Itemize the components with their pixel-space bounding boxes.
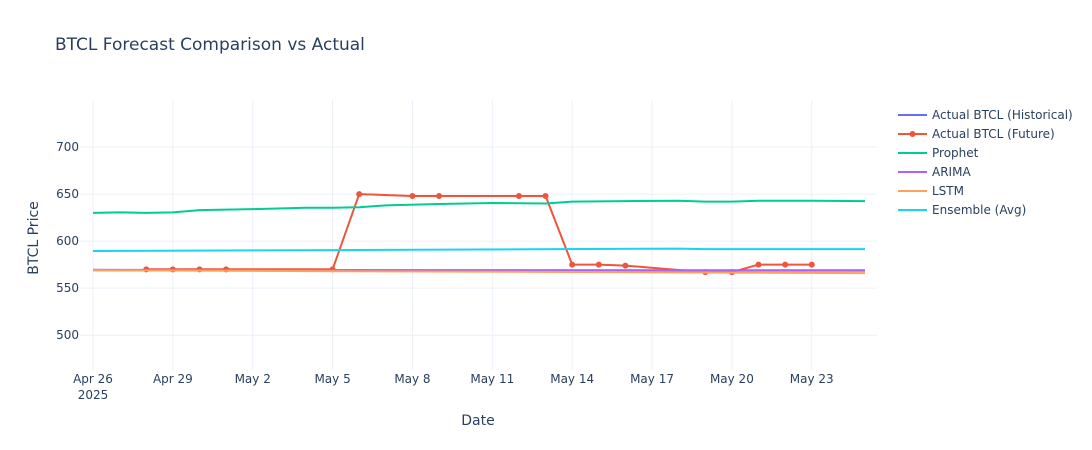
- legend-item[interactable]: LSTM: [898, 184, 964, 198]
- data-point-marker: [755, 261, 762, 268]
- legend-item[interactable]: ARIMA: [898, 165, 971, 179]
- legend-label: ARIMA: [932, 165, 971, 179]
- x-tick-label: May 2: [235, 372, 271, 386]
- chart-title: BTCL Forecast Comparison vs Actual: [55, 35, 365, 55]
- x-tick-label: Apr 29: [153, 372, 193, 386]
- legend-label: Ensemble (Avg): [932, 203, 1026, 217]
- y-axis-title: BTCL Price: [26, 201, 42, 275]
- y-tick-label: 550: [56, 281, 79, 295]
- x-tick-label: May 11: [470, 372, 514, 386]
- data-point-marker: [569, 261, 576, 268]
- series-lines: [92, 191, 866, 276]
- series-line-2: [92, 199, 866, 214]
- legend-marker: [909, 131, 916, 137]
- x-axis-title: Date: [461, 413, 494, 429]
- legend-item[interactable]: Actual BTCL (Future): [898, 127, 1055, 141]
- y-tick-label: 600: [56, 234, 79, 248]
- x-tick-label: May 20: [710, 372, 754, 386]
- series-line-1: [146, 193, 812, 274]
- legend-item[interactable]: Actual BTCL (Historical): [898, 108, 1073, 122]
- x-tick-label: May 8: [394, 372, 430, 386]
- data-point-marker: [409, 192, 416, 199]
- data-point-marker: [356, 191, 363, 198]
- x-tick-label: Apr 26: [73, 372, 113, 386]
- legend-item[interactable]: Prophet: [898, 146, 979, 160]
- legend-label: LSTM: [932, 184, 964, 198]
- x-tick-label: May 5: [314, 372, 350, 386]
- legend[interactable]: Actual BTCL (Historical) Actual BTCL (Fut…: [898, 108, 1073, 217]
- data-point-marker: [782, 261, 789, 268]
- x-tick-label: May 17: [630, 372, 674, 386]
- y-axis-ticks: 500 550 600 650 700: [56, 140, 79, 342]
- y-tick-label: 500: [56, 328, 79, 342]
- grid-lines: [80, 100, 877, 370]
- data-point-marker: [436, 192, 443, 199]
- data-point-marker: [808, 261, 815, 268]
- y-tick-label: 650: [56, 187, 79, 201]
- data-point-marker: [595, 261, 602, 268]
- series-line-5: [92, 247, 865, 252]
- x-tick-label: May 23: [790, 372, 834, 386]
- legend-label: Actual BTCL (Future): [932, 127, 1055, 141]
- legend-label: Actual BTCL (Historical): [932, 108, 1073, 122]
- legend-item[interactable]: Ensemble (Avg): [898, 203, 1026, 217]
- x-axis-ticks: Apr 26 2025 Apr 29 May 2 May 5 May 8 May 11 May…: [73, 372, 834, 402]
- legend-label: Prophet: [932, 146, 979, 160]
- data-point-marker: [515, 192, 522, 199]
- forecast-line-chart: BTCL Forecast Comparison vs Actual 500 55…: [26, 35, 1073, 429]
- x-tick-label: May 14: [550, 372, 594, 386]
- data-point-marker: [622, 262, 629, 269]
- data-point-marker: [542, 192, 549, 199]
- y-tick-label: 700: [56, 140, 79, 154]
- x-tick-year-label: 2025: [78, 388, 109, 402]
